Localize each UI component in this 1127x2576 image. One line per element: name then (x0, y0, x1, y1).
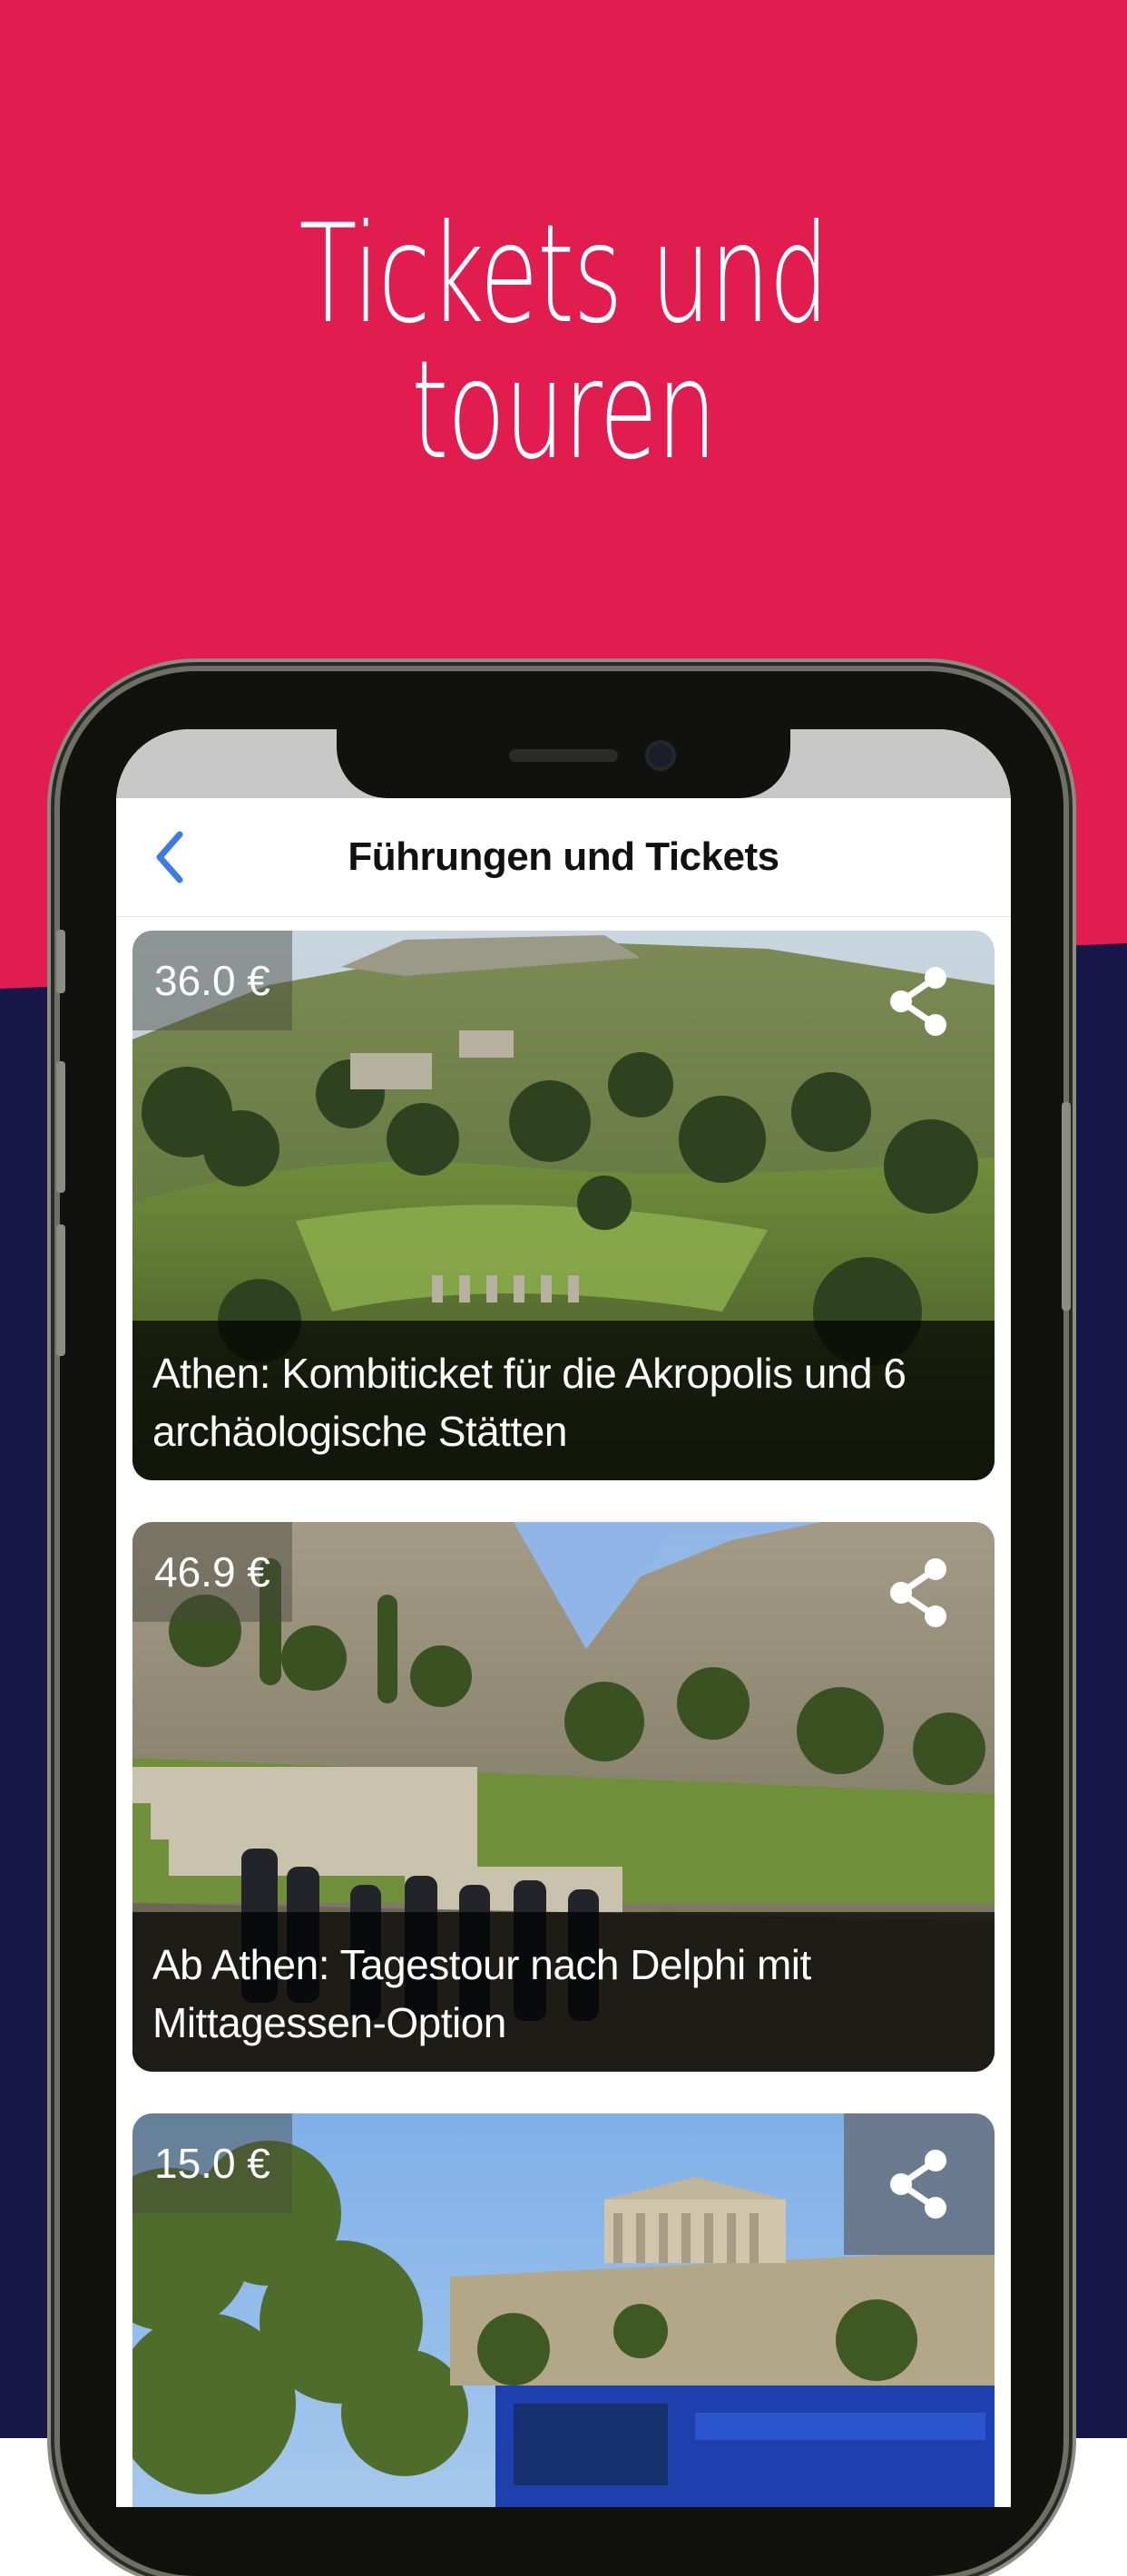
speaker-grille (509, 749, 618, 762)
navigation-bar: Führungen und Tickets (116, 798, 1011, 917)
price-tag: 15.0 € (132, 2113, 292, 2213)
phone-notch (337, 729, 790, 798)
tour-card[interactable]: 36.0 € Athen: Kombiticket für die Akropo… (132, 931, 995, 1480)
phone-power-button (1062, 1102, 1071, 1311)
phone-volume-down (56, 1225, 65, 1356)
promo-headline-line2: touren (411, 332, 717, 490)
share-button[interactable] (844, 2113, 995, 2255)
phone-volume-up (56, 1061, 65, 1193)
tour-list: 36.0 € Athen: Kombiticket für die Akropo… (132, 931, 995, 2507)
tour-card[interactable]: 15.0 € (132, 2113, 995, 2507)
share-icon (890, 1558, 946, 1627)
share-button[interactable] (844, 931, 995, 1072)
chevron-left-icon (156, 831, 183, 883)
promo-headline-line1: Tickets und (299, 196, 828, 354)
price-tag: 36.0 € (132, 931, 292, 1030)
back-button[interactable] (142, 825, 205, 889)
promo-headline: Tickets und touren (169, 207, 957, 479)
share-icon (890, 2150, 946, 2219)
front-camera (649, 744, 672, 767)
phone-screen: Führungen und Tickets 36.0 € Athen: Komb… (116, 729, 1011, 2507)
phone-mute-switch (56, 930, 65, 993)
share-icon (890, 967, 946, 1036)
price-tag: 46.9 € (132, 1522, 292, 1622)
tour-card[interactable]: 46.9 € Ab Athen: Tagestour nach Delphi m… (132, 1522, 995, 2072)
tour-title: Ab Athen: Tagestour nach Delphi mit Mitt… (132, 1912, 995, 2072)
tour-title: Athen: Kombiticket für die Akropolis und… (132, 1321, 995, 1480)
share-button[interactable] (844, 1522, 995, 1664)
page-title: Führungen und Tickets (348, 834, 779, 879)
